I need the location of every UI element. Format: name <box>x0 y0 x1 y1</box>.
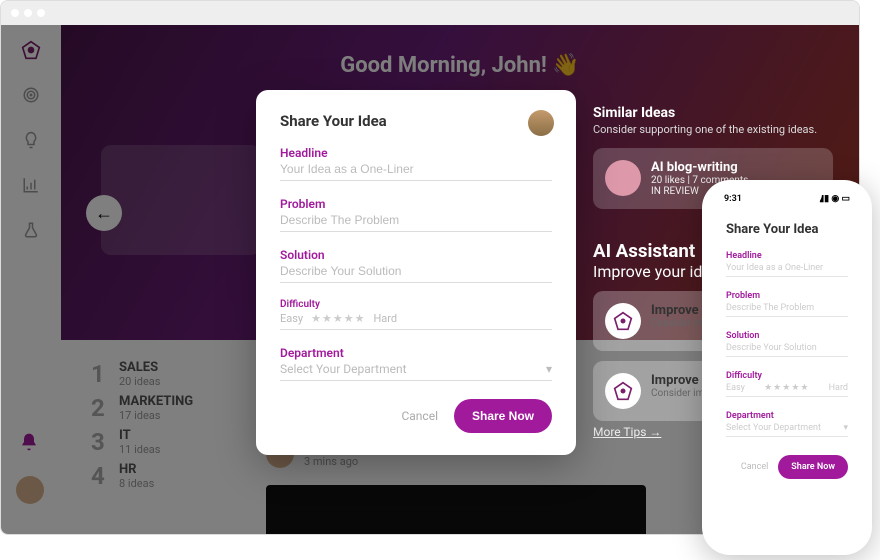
phone-solution-group: Solution Describe Your Solution <box>726 331 848 357</box>
window-dot <box>11 9 19 17</box>
window-dot <box>24 9 32 17</box>
phone-mockup: 9:31 ▮▮▮ ◉ ▭ Share Your Idea Headline Yo… <box>702 180 872 555</box>
window-titlebar <box>1 1 859 25</box>
phone-screen: 9:31 ▮▮▮ ◉ ▭ Share Your Idea Headline Yo… <box>710 188 864 547</box>
headline-field-group: Headline <box>280 146 552 181</box>
problem-input[interactable] <box>280 211 552 227</box>
phone-notch <box>752 188 822 206</box>
department-select[interactable]: Select Your Department ▾ <box>280 360 552 376</box>
wifi-icon: ◉ <box>831 194 839 204</box>
status-time: 9:31 <box>724 194 742 204</box>
phone-share-button[interactable]: Share Now <box>778 455 848 479</box>
phone-easy-label: Easy <box>726 383 745 393</box>
battery-icon: ▭ <box>841 194 850 204</box>
phone-solution-input[interactable]: Describe Your Solution <box>726 341 848 353</box>
share-idea-modal: Share Your Idea Headline Problem Solutio… <box>256 90 576 455</box>
modal-user-avatar[interactable] <box>528 110 554 136</box>
phone-problem-group: Problem Describe The Problem <box>726 291 848 317</box>
difficulty-label: Difficulty <box>280 299 552 310</box>
department-field-group: Department Select Your Department ▾ <box>280 346 552 381</box>
phone-cancel-button[interactable]: Cancel <box>741 462 768 472</box>
similar-heading: Similar Ideas <box>593 105 833 121</box>
phone-department-group: Department Select Your Department ▾ <box>726 411 848 437</box>
phone-solution-label: Solution <box>726 331 848 341</box>
phone-department-select[interactable]: Select Your Department ▾ <box>726 421 848 433</box>
idea-title: AI blog-writing <box>651 160 748 175</box>
star-rating-icon[interactable]: ★★★★★ <box>764 383 809 393</box>
difficulty-field-group: Difficulty Easy ★★★★★ Hard <box>280 299 552 330</box>
problem-field-group: Problem <box>280 197 552 232</box>
similar-sub: Consider supporting one of the existing … <box>593 123 833 136</box>
phone-problem-input[interactable]: Describe The Problem <box>726 301 848 313</box>
phone-actions: Cancel Share Now <box>726 455 848 479</box>
share-now-button[interactable]: Share Now <box>454 399 552 433</box>
chevron-down-icon: ▾ <box>546 362 552 376</box>
solution-field-group: Solution <box>280 248 552 283</box>
headline-label: Headline <box>280 146 552 160</box>
problem-label: Problem <box>280 197 552 211</box>
modal-title: Share Your Idea <box>280 112 552 130</box>
more-tips-link[interactable]: More Tips → <box>593 425 661 439</box>
idea-avatar <box>605 160 641 196</box>
logo-icon <box>605 373 641 409</box>
phone-problem-label: Problem <box>726 291 848 301</box>
logo-icon <box>605 303 641 339</box>
phone-difficulty-label: Difficulty <box>726 371 848 381</box>
modal-actions: Cancel Share Now <box>280 399 552 433</box>
solution-label: Solution <box>280 248 552 262</box>
department-placeholder: Select Your Department <box>280 362 407 376</box>
department-label: Department <box>280 346 552 360</box>
chevron-down-icon: ▾ <box>843 423 848 433</box>
headline-input[interactable] <box>280 160 552 176</box>
difficulty-easy-label: Easy <box>280 312 303 325</box>
phone-modal-title: Share Your Idea <box>726 222 848 237</box>
phone-difficulty-group: Difficulty Easy ★★★★★ Hard <box>726 371 848 397</box>
phone-headline-input[interactable]: Your Idea as a One-Liner <box>726 261 848 273</box>
window-dot <box>37 9 45 17</box>
cancel-button[interactable]: Cancel <box>401 409 438 423</box>
phone-hard-label: Hard <box>829 383 848 393</box>
solution-input[interactable] <box>280 262 552 278</box>
phone-department-label: Department <box>726 411 848 421</box>
phone-headline-label: Headline <box>726 251 848 261</box>
phone-headline-group: Headline Your Idea as a One-Liner <box>726 251 848 277</box>
phone-department-placeholder: Select Your Department <box>726 423 821 433</box>
difficulty-row[interactable]: Easy ★★★★★ Hard <box>280 310 552 325</box>
star-rating-icon[interactable]: ★★★★★ <box>311 312 365 325</box>
phone-difficulty-row[interactable]: Easy ★★★★★ Hard <box>726 381 848 393</box>
difficulty-hard-label: Hard <box>373 312 397 325</box>
phone-content: Share Your Idea Headline Your Idea as a … <box>710 204 864 479</box>
